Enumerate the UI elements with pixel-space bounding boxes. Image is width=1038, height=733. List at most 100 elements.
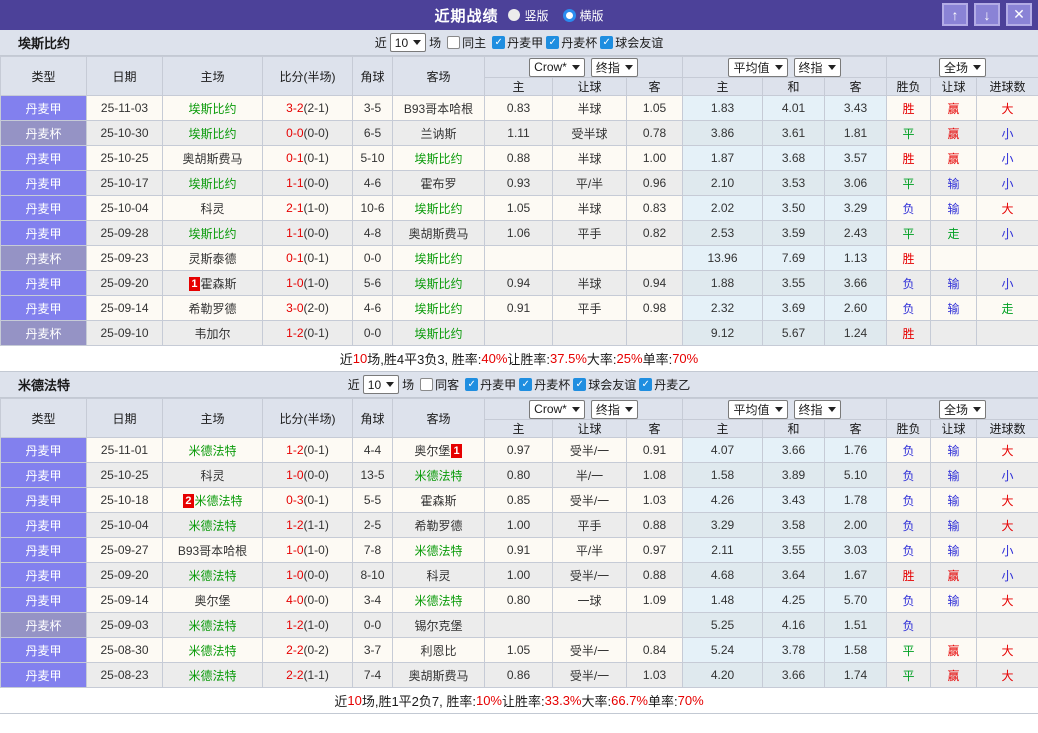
result-cell: 负 xyxy=(886,195,932,221)
home-team-cell[interactable]: 米德法特 xyxy=(162,612,263,638)
avg-mode-select[interactable]: 终指 xyxy=(793,57,841,77)
away-team-cell[interactable]: 奥尔堡 1 xyxy=(392,437,485,463)
summary-segment: 场,胜1平2负7, 胜率: xyxy=(361,694,476,709)
home-team-cell[interactable]: 埃斯比约 xyxy=(162,120,263,146)
home-team-cell[interactable]: 米德法特 xyxy=(162,512,263,538)
away-team-cell[interactable]: 埃斯比约 xyxy=(392,245,485,271)
close-button[interactable]: ✕ xyxy=(1006,3,1032,26)
home-team-cell[interactable]: 米德法特 xyxy=(162,662,263,688)
home-team-cell[interactable]: 科灵 xyxy=(162,462,263,488)
same-venue-checkbox[interactable] xyxy=(447,36,461,49)
corner-cell: 5-6 xyxy=(352,270,393,296)
scroll-up-button[interactable]: ↑ xyxy=(942,3,968,26)
league-checkbox[interactable]: ✓ xyxy=(600,36,614,49)
league-checkbox[interactable]: ✓ xyxy=(492,36,506,49)
away-team-cell[interactable]: 兰讷斯 xyxy=(392,120,485,146)
avg-away-odds-cell: 5.70 xyxy=(823,587,888,613)
league-checkbox[interactable]: ✓ xyxy=(573,378,587,391)
away-team-cell[interactable]: 埃斯比约 xyxy=(392,320,485,346)
away-team-cell[interactable]: 希勒罗德 xyxy=(392,512,485,538)
away-team-cell[interactable]: 埃斯比约 xyxy=(392,295,485,321)
odds-mode-select[interactable]: 终指 xyxy=(590,399,638,419)
avg-home-odds-cell: 1.83 xyxy=(682,95,763,121)
league-checkbox[interactable]: ✓ xyxy=(465,378,479,391)
match-date-cell: 25-11-03 xyxy=(86,95,163,121)
avg-mode-select[interactable]: 终指 xyxy=(793,399,841,419)
handicap-result-cell xyxy=(930,320,978,346)
home-team-cell[interactable]: 埃斯比约 xyxy=(162,95,263,121)
home-team-cell[interactable]: 科灵 xyxy=(162,195,263,221)
home-team-cell[interactable]: 米德法特 xyxy=(162,437,263,463)
scope-select[interactable]: 全场 xyxy=(939,57,987,77)
odds-source-select[interactable]: Crow* xyxy=(529,57,585,77)
home-team-cell[interactable]: B93哥本哈根 xyxy=(162,537,263,563)
col-header-avg-home: 主 xyxy=(682,77,763,96)
home-team-cell[interactable]: 米德法特 xyxy=(162,637,263,663)
away-team-cell[interactable]: 锡尔克堡 xyxy=(392,612,485,638)
result-cell: 负 xyxy=(886,437,932,463)
home-team-cell[interactable]: 埃斯比约 xyxy=(162,170,263,196)
avg-draw-odds-cell: 3.61 xyxy=(762,120,825,146)
league-checkbox[interactable]: ✓ xyxy=(546,36,560,49)
away-team-cell[interactable]: 利恩比 xyxy=(392,637,485,663)
avg-home-odds-cell: 9.12 xyxy=(682,320,763,346)
avg-draw-odds-cell: 7.69 xyxy=(762,245,825,271)
home-team-cell[interactable]: 奥尔堡 xyxy=(162,587,263,613)
away-team-cell[interactable]: 霍布罗 xyxy=(392,170,485,196)
same-venue-checkbox[interactable] xyxy=(420,378,434,391)
away-team-cell[interactable]: 米德法特 xyxy=(392,462,485,488)
table-row: 丹麦甲 25-11-03 埃斯比约 3-2(2-1) 3-5 B93哥本哈根 0… xyxy=(0,95,1038,121)
radio-horizontal-icon[interactable] xyxy=(562,8,576,22)
handicap-home-odds-cell: 0.93 xyxy=(484,170,553,196)
home-team-cell[interactable]: 希勒罗德 xyxy=(162,295,263,321)
goals-result-cell: 大 xyxy=(976,662,1038,688)
away-team-cell[interactable]: 埃斯比约 xyxy=(392,145,485,171)
games-label: 场 xyxy=(402,378,415,392)
goals-result-cell: 大 xyxy=(976,95,1038,121)
match-type-cell: 丹麦杯 xyxy=(0,120,87,146)
avg-source-select[interactable]: 平均值 xyxy=(728,57,788,77)
odds-mode-select[interactable]: 终指 xyxy=(590,57,638,77)
league-checkbox[interactable]: ✓ xyxy=(519,378,533,391)
handicap-result-cell: 赢 xyxy=(930,120,978,146)
handicap-away-odds-cell: 0.84 xyxy=(626,637,683,663)
scroll-down-button[interactable]: ↓ xyxy=(974,3,1000,26)
home-team-cell[interactable]: 奥胡斯费马 xyxy=(162,145,263,171)
radio-horizontal-layout[interactable]: 横版 xyxy=(562,7,604,24)
away-team-cell[interactable]: 奥胡斯费马 xyxy=(392,662,485,688)
match-type-cell: 丹麦甲 xyxy=(0,145,87,171)
goals-result-cell: 大 xyxy=(976,437,1038,463)
near-count-select[interactable]: 10 xyxy=(362,375,400,394)
home-team-cell[interactable]: 灵斯泰德 xyxy=(162,245,263,271)
home-team-cell[interactable]: 埃斯比约 xyxy=(162,220,263,246)
handicap-home-odds-cell: 0.97 xyxy=(484,437,553,463)
away-team-cell[interactable]: 奥胡斯费马 xyxy=(392,220,485,246)
home-team-cell[interactable]: 韦加尔 xyxy=(162,320,263,346)
handicap-line-cell: 受半球 xyxy=(552,120,627,146)
col-header-corner: 角球 xyxy=(352,56,393,96)
handicap-line-cell xyxy=(552,320,627,346)
radio-vertical-icon[interactable] xyxy=(508,9,521,21)
away-team-cell[interactable]: 埃斯比约 xyxy=(392,270,485,296)
match-type-cell: 丹麦甲 xyxy=(0,487,87,513)
away-team-cell[interactable]: 米德法特 xyxy=(392,537,485,563)
away-team-cell[interactable]: 霍森斯 xyxy=(392,487,485,513)
avg-source-select[interactable]: 平均值 xyxy=(728,399,788,419)
league-checkbox[interactable]: ✓ xyxy=(639,378,653,391)
away-team-cell[interactable]: B93哥本哈根 xyxy=(392,95,485,121)
radio-vertical-layout[interactable]: 竖版 xyxy=(508,7,549,24)
scope-select[interactable]: 全场 xyxy=(939,399,987,419)
near-label: 近 xyxy=(374,36,387,50)
home-team-cell[interactable]: 2 米德法特 xyxy=(162,487,263,513)
avg-home-odds-cell: 1.58 xyxy=(682,462,763,488)
odds-source-select[interactable]: Crow* xyxy=(529,399,585,419)
away-team-cell[interactable]: 埃斯比约 xyxy=(392,195,485,221)
table-row: 丹麦甲 25-09-20 1 霍森斯 1-0(1-0) 5-6 埃斯比约 0.94… xyxy=(0,270,1038,296)
away-team-cell[interactable]: 科灵 xyxy=(392,562,485,588)
near-count-select[interactable]: 10 xyxy=(389,33,427,52)
home-team-cell[interactable]: 1 霍森斯 xyxy=(162,270,263,296)
home-team-cell[interactable]: 米德法特 xyxy=(162,562,263,588)
col-header-away: 客场 xyxy=(392,398,485,438)
away-team-cell[interactable]: 米德法特 xyxy=(392,587,485,613)
handicap-result-cell: 赢 xyxy=(930,637,978,663)
